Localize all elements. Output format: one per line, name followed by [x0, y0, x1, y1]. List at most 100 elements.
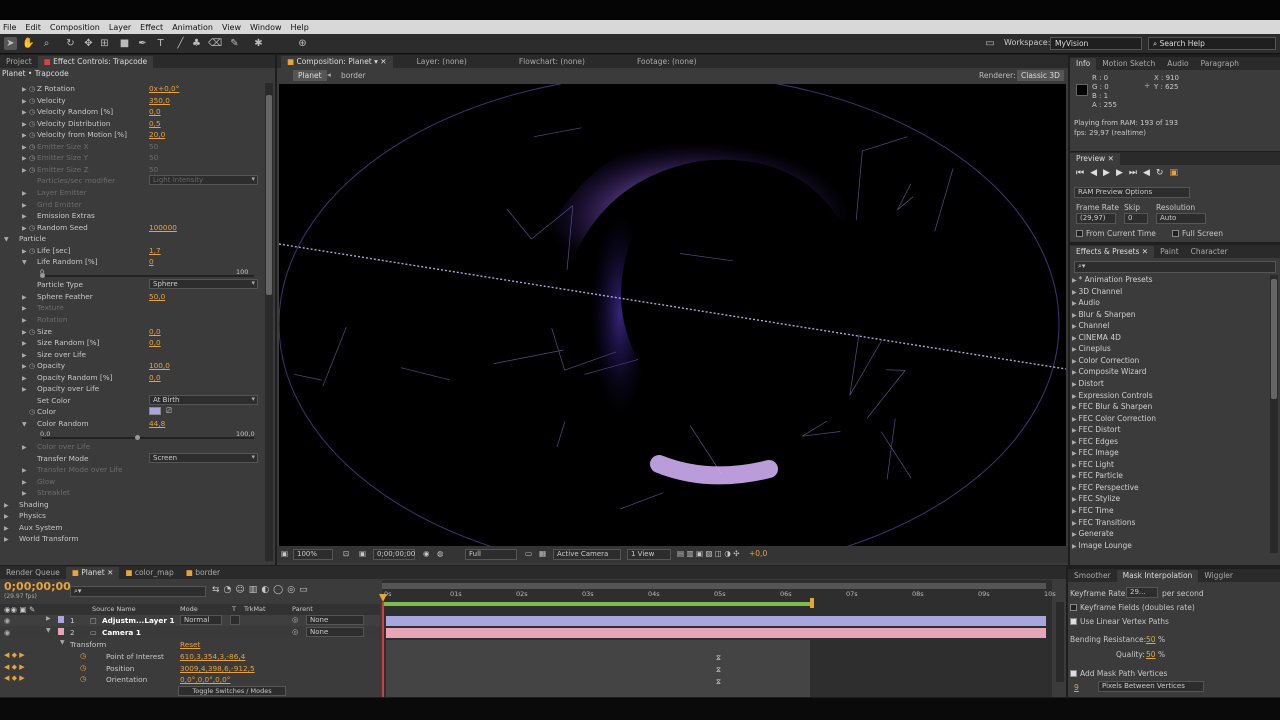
menu-layer[interactable]: Layer — [109, 23, 131, 32]
transform-property-row[interactable]: ◀ ◆ ▶ ◷ Orientation 0,0°,0,0°,0,0° — [0, 674, 380, 685]
tab-smoother[interactable]: Smoother — [1068, 570, 1117, 582]
label-color-swatch[interactable] — [58, 616, 64, 623]
visibility-eye-icon[interactable]: ◉ — [4, 616, 10, 625]
current-time-display[interactable]: 0;00;00;00 — [373, 549, 415, 560]
disclosure-closed-icon[interactable]: ▶ — [46, 615, 51, 622]
disclosure-closed-icon[interactable]: ▶ — [22, 317, 29, 324]
effect-category-3d-channel[interactable]: ▶ 3D Channel — [1072, 287, 1268, 299]
next-frame-icon[interactable]: ▶ — [1116, 168, 1129, 178]
menu-effect[interactable]: Effect — [140, 23, 163, 32]
vertex-count-value[interactable]: 9 — [1074, 683, 1079, 692]
disclosure-closed-icon[interactable]: ▶ — [22, 144, 29, 151]
stopwatch-icon[interactable]: ◷ — [80, 674, 86, 683]
auto-keyframe-icon[interactable]: ◎ — [287, 585, 299, 595]
linear-vertex-paths-checkbox[interactable]: Use Linear Vertex Paths — [1070, 617, 1169, 626]
stopwatch-icon[interactable]: ◷ — [29, 131, 37, 139]
property-value[interactable]: 3009,4,398,6,-912,5 — [180, 664, 255, 673]
keyframe-fields-checkbox[interactable]: Keyframe Fields (doubles rate) — [1070, 603, 1195, 612]
property-life-sec[interactable]: ▶ ◷ Life [sec] 1,7 — [0, 245, 262, 257]
effect-category-blur-sharpen[interactable]: ▶ Blur & Sharpen — [1072, 310, 1268, 322]
hand-tool-icon[interactable]: ✋ — [22, 37, 35, 50]
tab-paragraph[interactable]: Paragraph — [1195, 58, 1245, 70]
property-velocity-distribution[interactable]: ▶ ◷ Velocity Distribution 0,5 — [0, 118, 262, 130]
eyedropper-icon[interactable]: ⎚ — [166, 406, 172, 416]
motion-blur-icon[interactable]: ◐ — [261, 585, 273, 595]
property-glow[interactable]: ▶ Glow — [0, 476, 262, 488]
disclosure-closed-icon[interactable]: ▶ — [22, 155, 29, 162]
workspace-dropdown[interactable]: MyVision — [1050, 37, 1142, 50]
stopwatch-icon[interactable]: ◷ — [29, 143, 37, 151]
property-value[interactable]: 0 — [149, 257, 154, 266]
property-color[interactable]: ◷ Color ⎚ — [0, 406, 262, 418]
property-emitter-size-x[interactable]: ▶ ◷ Emitter Size X 50 — [0, 141, 262, 153]
time-navigator[interactable] — [382, 583, 1046, 589]
always-preview-icon[interactable]: ▣ — [281, 549, 288, 558]
layer-name[interactable]: Adjustm...Layer 1 — [102, 616, 175, 625]
disclosure-closed-icon[interactable]: ▶ — [22, 132, 29, 139]
work-area-end-handle[interactable] — [810, 598, 814, 608]
shy-icon[interactable]: ☺ — [235, 585, 248, 595]
property-value[interactable]: 0,0 — [149, 107, 161, 116]
tab-effect-controls[interactable]: ■ Effect Controls: Trapcode — [37, 56, 154, 68]
renderer-button[interactable]: Classic 3D — [1017, 70, 1064, 81]
property-transfer-mode[interactable]: Transfer Mode Screen — [0, 452, 262, 465]
property-texture[interactable]: ▶ Texture — [0, 302, 262, 314]
transform-group-row[interactable]: ▼ Transform Reset — [0, 639, 380, 650]
disclosure-closed-icon[interactable]: ▶ — [22, 340, 29, 347]
property-z-rotation[interactable]: ▶ ◷ Z Rotation 0x+0,0° — [0, 83, 262, 95]
disclosure-closed-icon[interactable]: ▶ — [22, 363, 29, 370]
clone-stamp-tool-icon[interactable]: ♣ — [190, 37, 203, 50]
effect-category-generate[interactable]: ▶ Generate — [1072, 529, 1268, 541]
zoom-dropdown[interactable]: 100% — [293, 549, 333, 560]
disclosure-closed-icon[interactable]: ▶ — [22, 202, 29, 209]
property-world-transform[interactable]: ▶ World Transform — [0, 533, 262, 545]
property-rotation[interactable]: ▶ Rotation — [0, 314, 262, 326]
property-transfer-mode-over-life[interactable]: ▶ Transfer Mode over Life — [0, 464, 262, 476]
disclosure-closed-icon[interactable]: ▶ — [22, 213, 29, 220]
property-size-random[interactable]: ▶ Size Random [%] 0,0 — [0, 337, 262, 349]
menu-window[interactable]: Window — [250, 23, 282, 32]
layer-2-duration-bar[interactable] — [386, 628, 1046, 638]
bending-resistance-value[interactable]: 50 — [1146, 635, 1156, 644]
menu-composition[interactable]: Composition — [50, 23, 100, 32]
slider-track[interactable] — [42, 274, 254, 277]
disclosure-closed-icon[interactable]: ▶ — [22, 98, 29, 105]
disclosure-closed-icon[interactable]: ▶ — [22, 386, 29, 393]
prev-frame-icon[interactable]: ◀ — [1090, 168, 1103, 178]
search-help-input[interactable]: ⌕ Search Help — [1148, 37, 1276, 50]
zoom-tool-icon[interactable]: ⌕ — [40, 37, 53, 50]
stopwatch-icon[interactable]: ◷ — [29, 328, 37, 336]
disclosure-closed-icon[interactable]: ▶ — [22, 305, 29, 312]
transform-property-row[interactable]: ◀ ◆ ▶ ◷ Position 3009,4,398,6,-912,5 — [0, 663, 380, 674]
type-tool-icon[interactable]: T — [154, 37, 167, 50]
tab-character[interactable]: Character — [1185, 246, 1234, 258]
roto-brush-tool-icon[interactable]: ✎ — [228, 37, 241, 50]
property-color-over-life[interactable]: ▶ Color over Life — [0, 441, 262, 453]
brush-tool-icon[interactable]: ╱ — [174, 37, 187, 50]
property-value[interactable]: 0,0°,0,0°,0,0° — [180, 675, 230, 684]
layer-row[interactable]: ◉ ▼ 2 ▭ Camera 1 ◎ None — [0, 627, 380, 638]
layer-name[interactable]: Camera 1 — [102, 628, 141, 637]
stopwatch-icon[interactable]: ◷ — [80, 663, 86, 672]
effect-category-fec-edges[interactable]: ▶ FEC Edges — [1072, 437, 1268, 449]
transform-property-row[interactable]: ◀ ◆ ▶ ◷ Point of Interest 610,3,354,3,-86,4 — [0, 651, 380, 662]
tab-effects-presets[interactable]: Effects & Presets ✕ — [1070, 246, 1155, 258]
tab-timeline-planet[interactable]: ■ Planet ✕ — [65, 567, 120, 579]
effect-category-fec-perspective[interactable]: ▶ FEC Perspective — [1072, 483, 1268, 495]
parent-dropdown[interactable]: None — [306, 615, 364, 625]
composition-viewer[interactable] — [279, 84, 1066, 546]
menu-edit[interactable]: Edit — [25, 23, 41, 32]
puppet-tool-icon[interactable]: ✱ — [252, 37, 265, 50]
property-dropdown[interactable]: Screen — [149, 452, 258, 463]
skip-input[interactable]: 0 — [1124, 213, 1148, 224]
time-ruler[interactable]: 0s 01s 02s 03s 04s 05s 06s 07s 08s 09s 10s — [382, 590, 1056, 602]
property-aux-system[interactable]: ▶ Aux System — [0, 522, 262, 534]
property-particle-type[interactable]: Particle Type Sphere — [0, 279, 262, 291]
effects-scrollbar[interactable] — [1270, 275, 1278, 553]
disclosure-closed-icon[interactable]: ▶ — [22, 167, 29, 174]
disclosure-closed-icon[interactable]: ▶ — [22, 352, 29, 359]
property-emitter-size-z[interactable]: ▶ ◷ Emitter Size Z 50 — [0, 164, 262, 176]
effect-category-expression-controls[interactable]: ▶ Expression Controls — [1072, 391, 1268, 403]
label-color-swatch[interactable] — [58, 628, 64, 635]
timeline-scrollbar[interactable] — [1056, 602, 1064, 682]
